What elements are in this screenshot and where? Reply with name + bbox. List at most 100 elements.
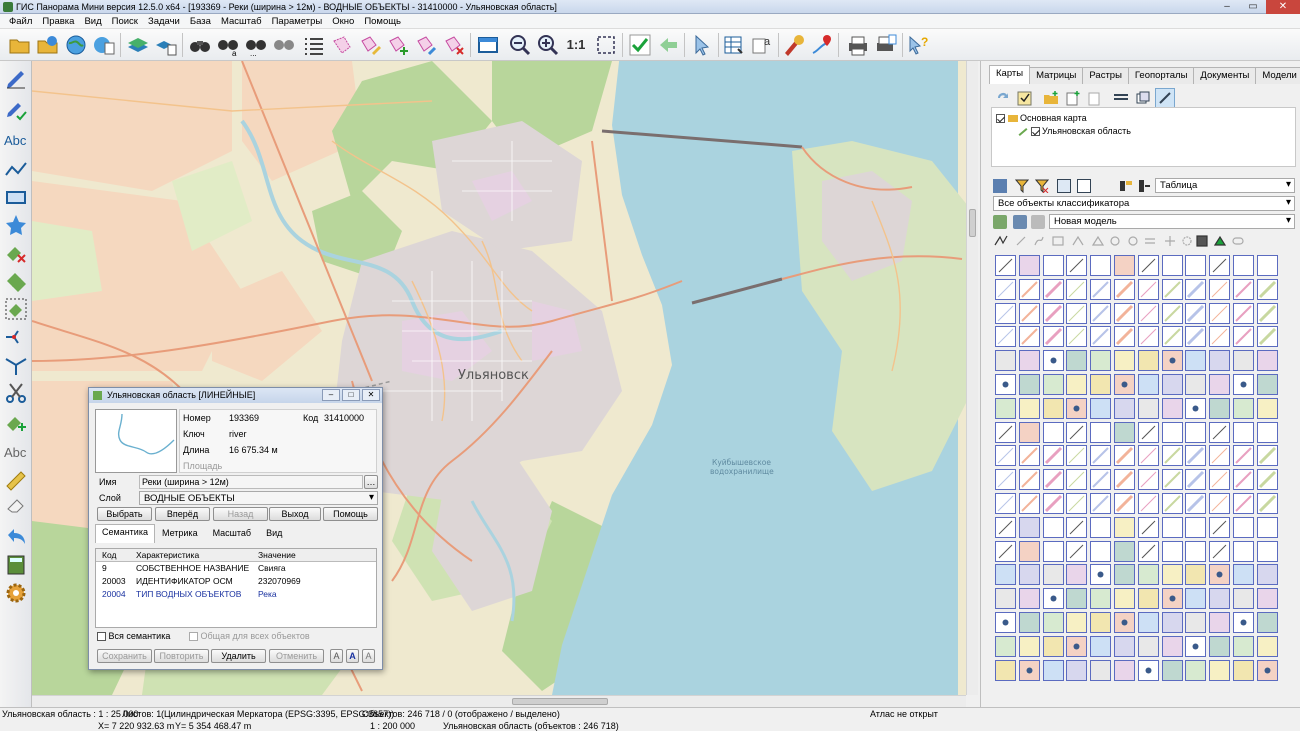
select-edit-icon[interactable]: [414, 33, 438, 57]
classifier-symbol[interactable]: [1113, 564, 1135, 586]
classifier-symbol[interactable]: [1185, 469, 1207, 491]
classifier-symbol[interactable]: [1209, 659, 1231, 681]
zoom-extent-icon[interactable]: [594, 33, 618, 57]
geoportal-icon[interactable]: [92, 33, 116, 57]
classifier-symbol[interactable]: [1256, 635, 1278, 657]
zoom-out-icon[interactable]: [508, 33, 532, 57]
classifier-symbol[interactable]: [1209, 421, 1231, 443]
classifier-symbol[interactable]: [1090, 635, 1112, 657]
open-folder-icon[interactable]: [8, 33, 32, 57]
classifier-symbol[interactable]: [1185, 564, 1207, 586]
back-arrow-icon[interactable]: [656, 33, 680, 57]
text-table-icon[interactable]: a: [750, 33, 774, 57]
classifier-symbol[interactable]: [1185, 397, 1207, 419]
font-bold-button[interactable]: A: [346, 649, 359, 663]
classifier-symbol[interactable]: [1066, 278, 1088, 300]
filter-icon[interactable]: [1014, 179, 1030, 194]
exit-button[interactable]: Выход: [269, 507, 321, 521]
menu-view[interactable]: Вид: [79, 16, 106, 27]
classifier-symbol[interactable]: [1185, 350, 1207, 372]
classifier-symbol[interactable]: [1209, 302, 1231, 324]
classifier-symbol[interactable]: [1209, 445, 1231, 467]
classifier-symbol[interactable]: [1185, 302, 1207, 324]
menu-help[interactable]: Помощь: [359, 16, 406, 27]
vscroll-thumb[interactable]: [969, 209, 976, 237]
classifier-symbol[interactable]: [1113, 421, 1135, 443]
classifier-symbol[interactable]: [1090, 397, 1112, 419]
menu-search[interactable]: Поиск: [107, 16, 143, 27]
classifier-symbol[interactable]: [1066, 397, 1088, 419]
search-more-icon[interactable]: ...: [244, 33, 268, 58]
classifier-symbol[interactable]: [1161, 397, 1183, 419]
cancel-button[interactable]: Отменить: [269, 649, 324, 663]
classifier-symbol[interactable]: [1066, 255, 1088, 276]
classifier-symbol[interactable]: [1066, 564, 1088, 586]
classifier-symbol[interactable]: [1018, 350, 1040, 372]
horizontal-scrollbar[interactable]: [32, 695, 966, 707]
classifier-symbol[interactable]: [1090, 588, 1112, 610]
classifier-symbol[interactable]: [1185, 659, 1207, 681]
classifier-symbol[interactable]: [1161, 469, 1183, 491]
classifier-select[interactable]: Все объекты классификатора: [993, 196, 1295, 211]
print-icon[interactable]: [846, 33, 870, 57]
dialog-maximize-button[interactable]: □: [342, 389, 360, 401]
classifier-symbol[interactable]: [1066, 540, 1088, 562]
copy-object-icon[interactable]: [4, 269, 28, 293]
classifier-symbol[interactable]: [1209, 611, 1231, 633]
map-copy-icon[interactable]: [1135, 90, 1151, 106]
help-cursor-icon[interactable]: ?: [906, 33, 930, 57]
model-edit-icon[interactable]: [1013, 215, 1027, 229]
classifier-symbol[interactable]: [1256, 659, 1278, 681]
delete-button[interactable]: Удалить: [211, 649, 266, 663]
classifier-symbol[interactable]: [1161, 635, 1183, 657]
tab-models[interactable]: Модели: [1255, 67, 1300, 84]
text-edit-icon[interactable]: Abc: [4, 441, 28, 465]
apply-check-icon[interactable]: [628, 33, 652, 57]
model-icon[interactable]: [993, 215, 1007, 229]
classifier-symbol[interactable]: [1018, 278, 1040, 300]
help-button[interactable]: Помощь: [323, 507, 378, 521]
table-row[interactable]: 20004 ТИП ВОДНЫХ ОБЪЕКТОВ Река: [96, 588, 376, 601]
image-icon[interactable]: [1077, 179, 1091, 193]
classifier-symbol[interactable]: [1256, 492, 1278, 514]
name-field[interactable]: Реки (ширина > 12м): [139, 475, 363, 489]
polyline-icon[interactable]: [4, 157, 28, 181]
classifier-symbol[interactable]: [1256, 255, 1278, 276]
add-object-icon[interactable]: [4, 411, 28, 435]
classifier-symbol[interactable]: [1113, 255, 1135, 276]
classifier-symbol[interactable]: [1042, 516, 1064, 538]
zoom-in-icon[interactable]: [536, 33, 560, 57]
menu-window[interactable]: Окно: [327, 16, 359, 27]
classifier-symbol[interactable]: [1090, 469, 1112, 491]
classifier-symbol[interactable]: [1256, 373, 1278, 395]
classifier-symbol[interactable]: [1185, 611, 1207, 633]
back-button[interactable]: Назад: [213, 507, 268, 521]
binoculars-icon[interactable]: [188, 33, 212, 57]
rectangle-icon[interactable]: [4, 185, 28, 209]
classifier-symbol[interactable]: [1042, 564, 1064, 586]
open-globe-icon[interactable]: [64, 33, 88, 57]
classifier-symbol[interactable]: [1113, 516, 1135, 538]
view-select[interactable]: Таблица: [1155, 178, 1295, 193]
classifier-symbol[interactable]: [1232, 445, 1254, 467]
classifier-symbol[interactable]: [1232, 492, 1254, 514]
classifier-symbol[interactable]: [1256, 302, 1278, 324]
classifier-symbol[interactable]: [1113, 326, 1135, 348]
classifier-symbol[interactable]: [1018, 397, 1040, 419]
classifier-symbol[interactable]: [1232, 659, 1254, 681]
classifier-symbol[interactable]: [1113, 469, 1135, 491]
classifier-symbol[interactable]: [1018, 445, 1040, 467]
classifier-symbol[interactable]: [995, 350, 1016, 372]
classifier-symbol[interactable]: [1113, 302, 1135, 324]
refresh-icon[interactable]: [995, 90, 1011, 106]
classifier-symbol[interactable]: [1232, 278, 1254, 300]
window-view-icon[interactable]: [476, 33, 500, 57]
select-add-icon[interactable]: [386, 33, 410, 57]
table-row[interactable]: 20003 ИДЕНТИФИКАТОР ОСМ 232070969: [96, 575, 376, 588]
vertical-scrollbar[interactable]: [966, 61, 978, 695]
classifier-symbol[interactable]: [1137, 492, 1159, 514]
menu-scale[interactable]: Масштаб: [216, 16, 267, 27]
layers-edit-icon[interactable]: [1113, 90, 1129, 106]
paint-palette-icon[interactable]: [782, 33, 806, 57]
classifier-symbol[interactable]: [1090, 659, 1112, 681]
